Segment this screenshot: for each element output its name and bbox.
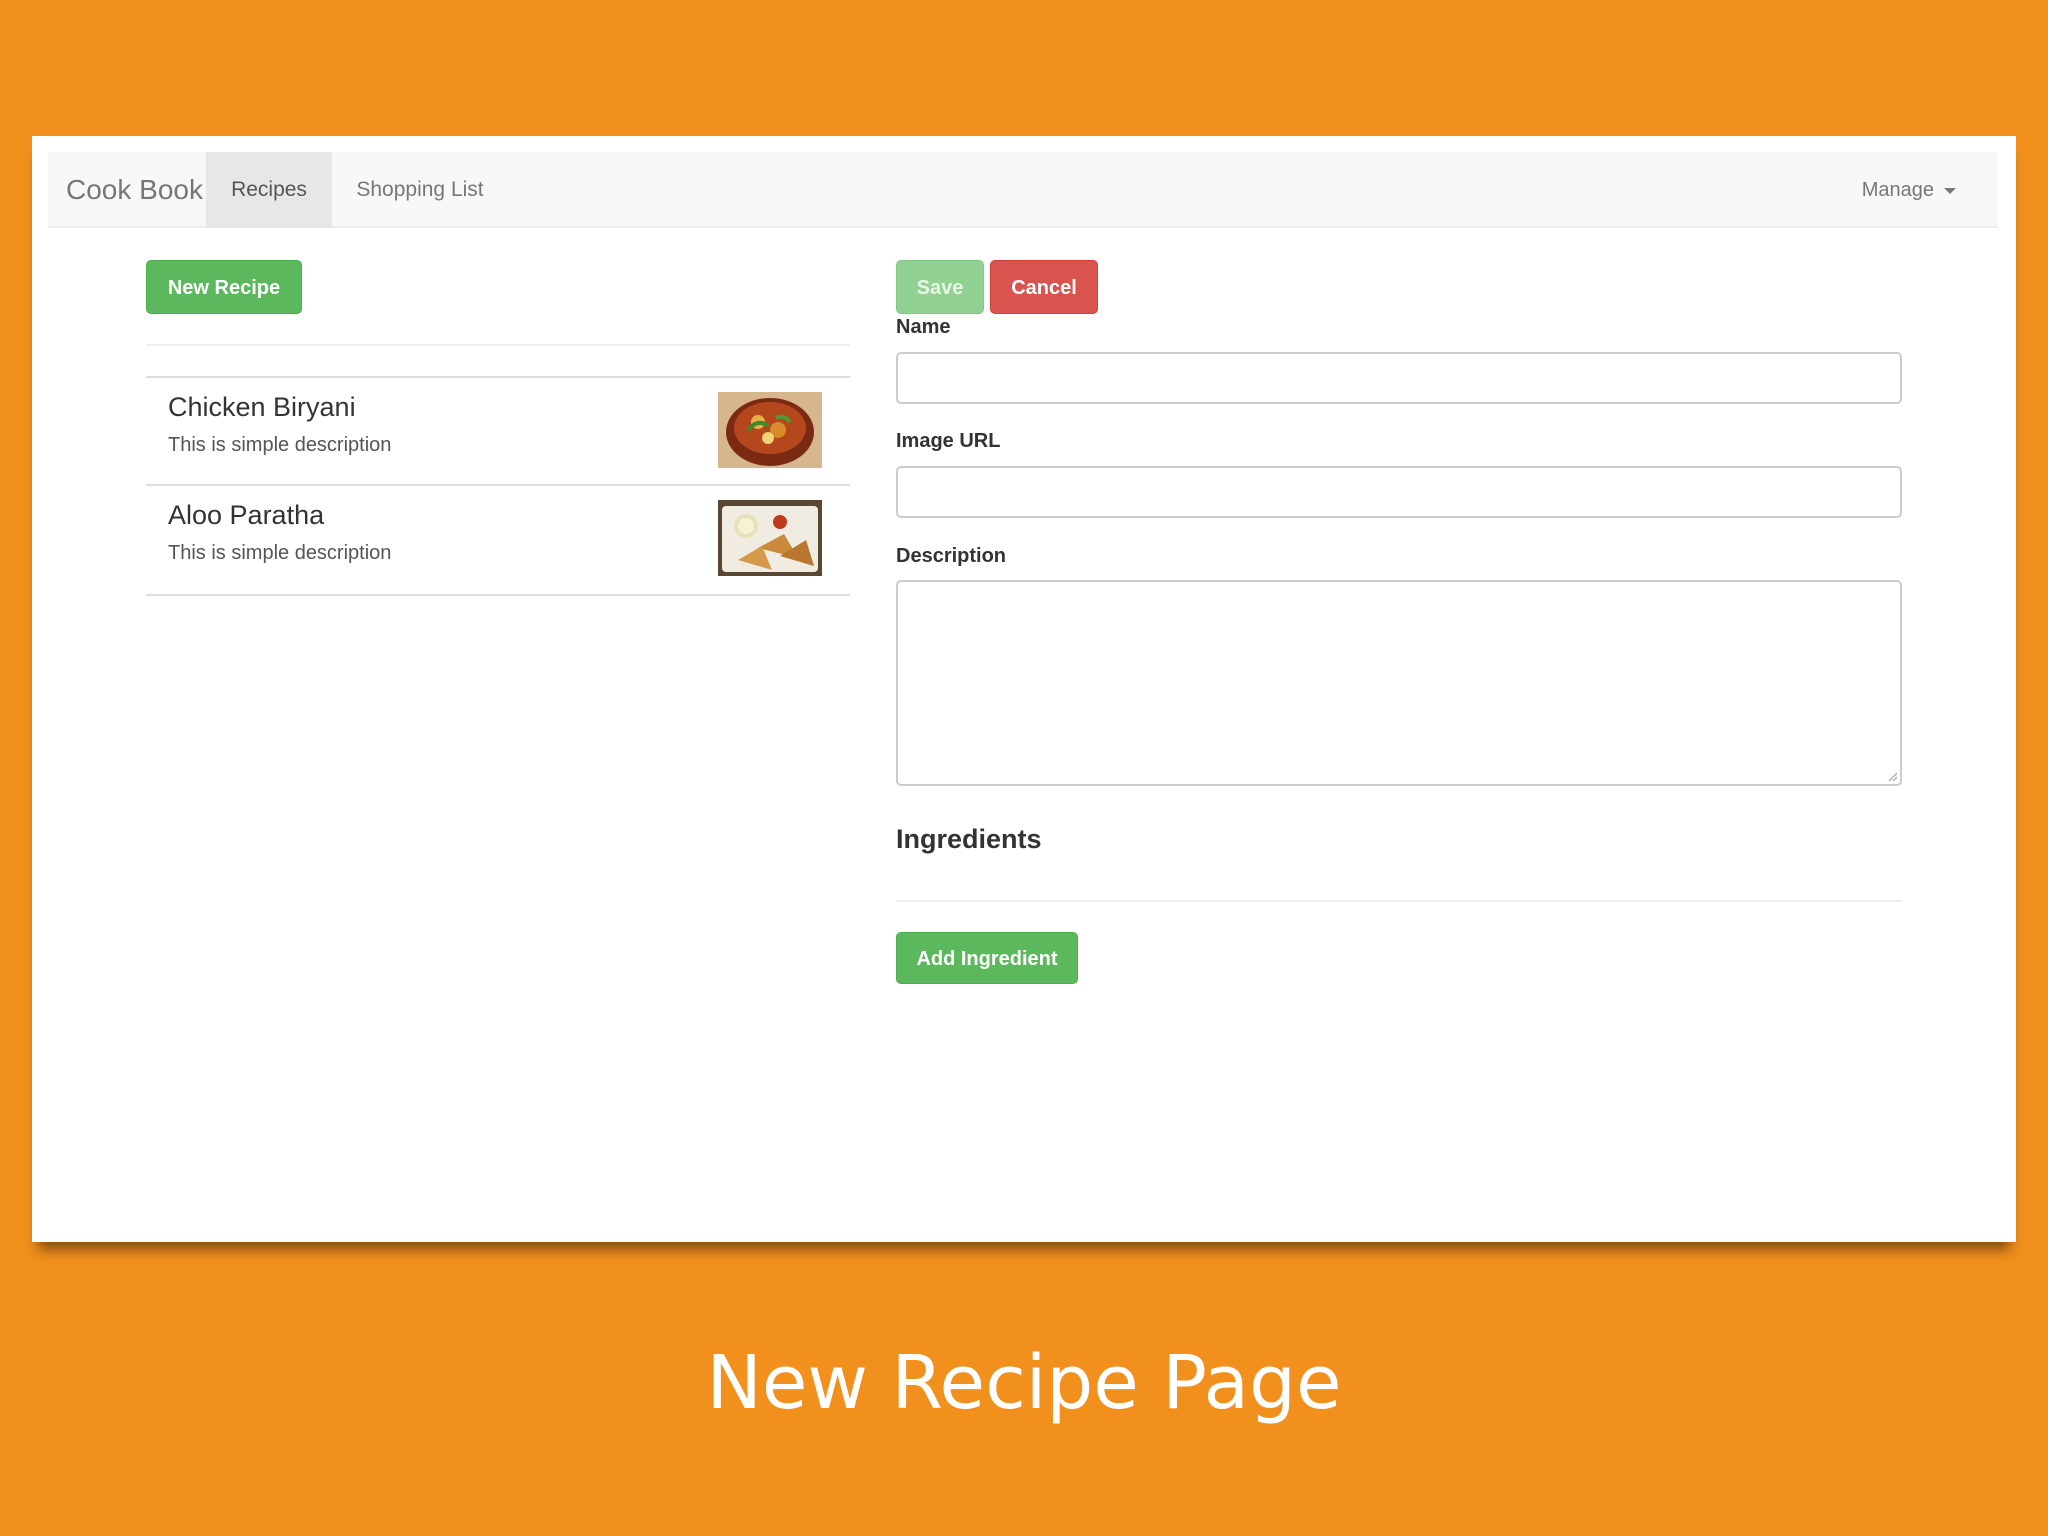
save-button[interactable]: Save: [896, 260, 984, 314]
tab-recipes[interactable]: Recipes: [206, 152, 332, 228]
recipe-list-item[interactable]: Chicken Biryani This is simple descripti…: [146, 376, 850, 486]
recipe-name: Aloo Paratha: [168, 500, 325, 530]
manage-label: Manage: [1861, 179, 1934, 201]
divider: [146, 344, 850, 346]
navbar: Cook Book Recipes Shopping List Manage: [48, 152, 1998, 228]
recipe-description: This is simple description: [168, 542, 392, 564]
name-label: Name: [896, 316, 951, 338]
browser-window: Cook Book Recipes Shopping List Manage N…: [32, 136, 2016, 1242]
slide: Cook Book Recipes Shopping List Manage N…: [0, 0, 2048, 1536]
tab-shopping-list[interactable]: Shopping List: [332, 152, 508, 228]
slide-caption: New Recipe Page: [706, 1340, 1342, 1426]
image-url-label: Image URL: [896, 430, 1001, 452]
image-url-input[interactable]: [896, 466, 1902, 518]
recipe-name: Chicken Biryani: [168, 392, 356, 422]
description-label: Description: [896, 545, 1007, 567]
divider: [896, 900, 1902, 902]
cancel-button[interactable]: Cancel: [990, 260, 1098, 314]
caret-down-icon: [1944, 187, 1956, 194]
resize-handle-icon[interactable]: [1887, 771, 1897, 781]
add-ingredient-button[interactable]: Add Ingredient: [896, 932, 1078, 984]
name-input[interactable]: [896, 352, 1902, 404]
new-recipe-button[interactable]: New Recipe: [146, 260, 302, 314]
manage-dropdown[interactable]: Manage: [1862, 152, 1956, 228]
paratha-thumbnail: [718, 500, 822, 576]
recipe-list-item[interactable]: Aloo Paratha This is simple description: [146, 486, 850, 596]
ingredients-heading: Ingredients: [896, 824, 1042, 854]
biryani-thumbnail: [718, 392, 822, 468]
recipe-description: This is simple description: [168, 434, 392, 456]
description-textarea[interactable]: [896, 580, 1902, 786]
brand-link[interactable]: Cook Book: [66, 152, 203, 228]
